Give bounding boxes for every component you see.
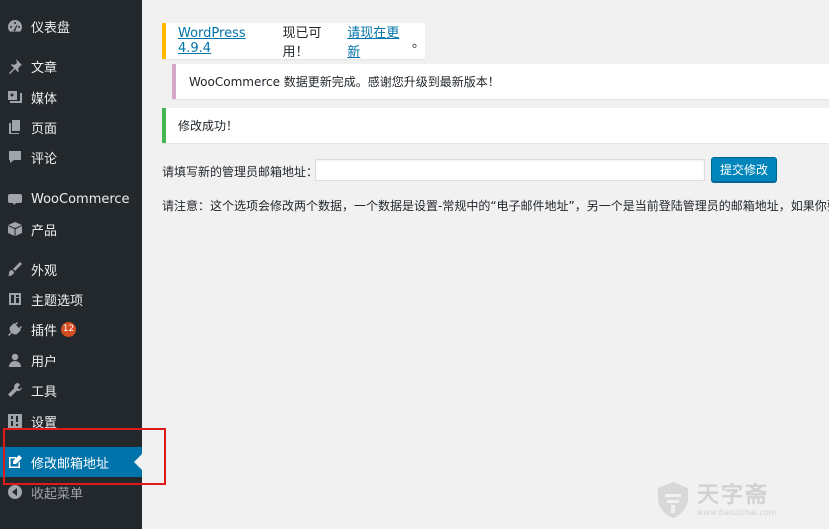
sidebar-item-theme-options[interactable]: 主题选项 (0, 287, 142, 311)
settings-icon (6, 412, 24, 430)
update-notice-text: 现已可用！ (282, 26, 322, 60)
tools-icon (6, 381, 24, 399)
sidebar-item-plugins[interactable]: 插件 12 (0, 317, 142, 341)
sidebar-item-label: 外观 (31, 263, 58, 279)
wordpress-version-link[interactable]: WordPress 4.9.4 (178, 26, 282, 56)
appearance-icon (6, 260, 24, 278)
comment-icon (6, 148, 24, 166)
sidebar-item-users[interactable]: 用户 (0, 348, 142, 372)
sidebar-item-posts[interactable]: 文章 (0, 54, 142, 78)
sidebar-item-label: 评论 (31, 151, 58, 167)
admin-sidebar: 仪表盘 文章 媒体 页面 评论 WooCommerce 产品 外观 主题选项 插… (0, 0, 166, 529)
watermark-url: www.tianzizhai.com (697, 507, 777, 517)
pin-icon (6, 57, 24, 75)
sidebar-item-label: 设置 (31, 415, 58, 431)
edit-icon (6, 453, 24, 471)
sidebar-item-label: 媒体 (31, 91, 58, 107)
email-input[interactable] (315, 159, 705, 181)
sidebar-item-label: 主题选项 (31, 293, 84, 309)
submit-button[interactable]: 提交修改 (711, 157, 777, 182)
watermark-logo-icon (658, 482, 688, 518)
sidebar-item-dashboard[interactable]: 仪表盘 (0, 14, 142, 38)
sidebar-item-label: 工具 (31, 384, 58, 400)
user-icon (6, 351, 24, 369)
sidebar-item-change-email[interactable]: 修改邮箱地址 (0, 447, 142, 477)
plugin-icon (6, 320, 24, 338)
page-icon (6, 118, 24, 136)
sidebar-item-label: 用户 (31, 354, 58, 370)
sidebar-item-pages[interactable]: 页面 (0, 115, 142, 139)
dashboard-icon (6, 17, 24, 35)
update-count-badge: 12 (61, 321, 77, 337)
active-indicator-arrow (134, 454, 142, 470)
success-notice-text: 修改成功！ (178, 119, 239, 133)
update-notice: WordPress 4.9.4 现已可用！ 请现在更新。 (162, 22, 425, 60)
sidebar-item-label: 插件 (31, 323, 58, 339)
sidebar-item-label: 仪表盘 (31, 20, 71, 36)
success-notice: 修改成功！ (162, 108, 829, 143)
woo-icon (6, 190, 24, 208)
sidebar-item-woocommerce[interactable]: WooCommerce (0, 187, 142, 211)
sidebar-item-products[interactable]: 产品 (0, 217, 142, 241)
sidebar-item-tools[interactable]: 工具 (0, 378, 142, 402)
theme-options-icon (6, 290, 24, 308)
woocommerce-notice-text: WooCommerce 数据更新完成。感谢您升级到最新版本！ (189, 75, 500, 89)
sidebar-item-settings[interactable]: 设置 (0, 409, 142, 433)
sidebar-item-comments[interactable]: 评论 (0, 145, 142, 169)
media-icon (6, 88, 24, 106)
watermark: 天字斋 www.tianzizhai.com (655, 480, 776, 520)
sidebar-item-label: 收起菜单 (31, 486, 84, 502)
sidebar-item-label: WooCommerce (31, 191, 130, 207)
sidebar-item-media[interactable]: 媒体 (0, 85, 142, 109)
email-field-label: 请填写新的管理员邮箱地址： (162, 165, 319, 179)
watermark-name: 天字斋 (697, 482, 770, 508)
sidebar-item-label: 修改邮箱地址 (31, 456, 110, 472)
sidebar-collapse-menu[interactable]: 收起菜单 (0, 480, 142, 504)
sidebar-item-label: 文章 (31, 60, 58, 76)
sidebar-item-label: 页面 (31, 121, 58, 137)
product-icon (6, 220, 24, 238)
update-now-link[interactable]: 请现在更新 (347, 22, 412, 60)
woocommerce-notice: WooCommerce 数据更新完成。感谢您升级到最新版本！ (172, 64, 829, 99)
collapse-icon (6, 483, 24, 501)
sidebar-item-label: 产品 (31, 223, 58, 239)
sidebar-item-appearance[interactable]: 外观 (0, 257, 142, 281)
update-notice-end: 。 (411, 35, 425, 51)
note-text: 请注意：这个选项会修改两个数据，一个数据是设置-常规中的“电子邮件地址”，另一个… (162, 199, 829, 213)
